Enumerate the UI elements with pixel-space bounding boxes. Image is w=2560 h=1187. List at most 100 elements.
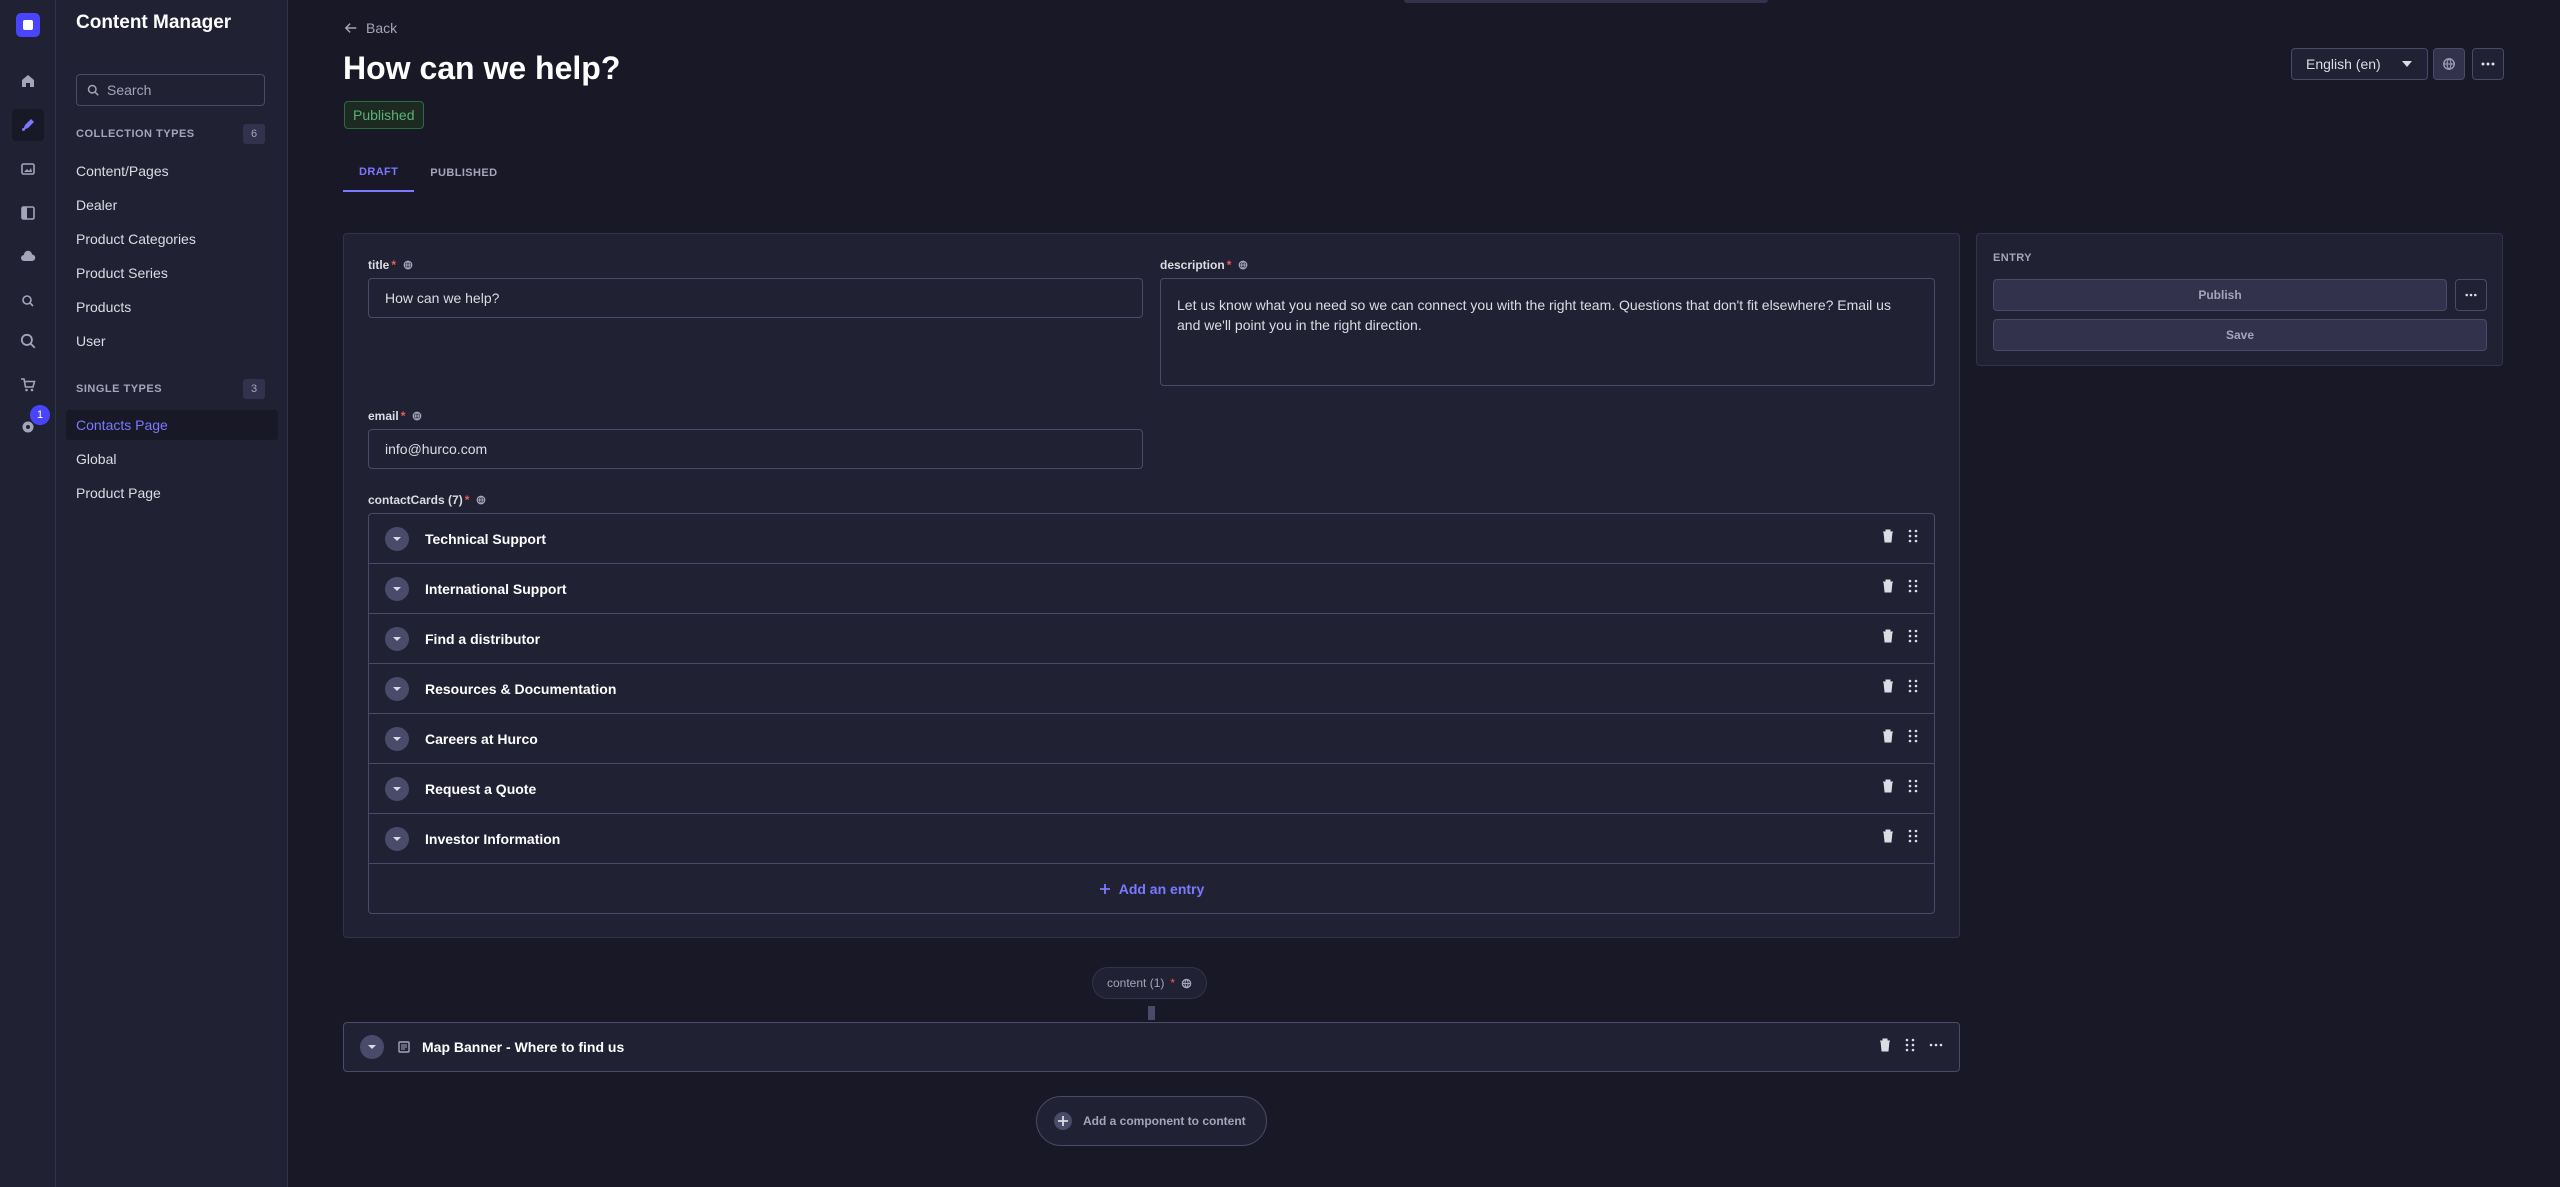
contact-card-title: Find a distributor	[425, 630, 541, 647]
chevron-down-icon[interactable]	[385, 726, 409, 751]
locale-value: English (en)	[2306, 56, 2381, 72]
nav-item-dealer[interactable]: Dealer	[66, 190, 278, 220]
more-horizontal-icon[interactable]	[1929, 1038, 1943, 1052]
drag-handle-icon[interactable]	[1905, 1038, 1915, 1052]
trash-icon[interactable]	[1882, 629, 1894, 643]
contact-card-row[interactable]: Technical Support	[369, 514, 1934, 564]
arrow-left-icon	[344, 23, 357, 33]
marketplace-cart-icon[interactable]	[12, 369, 44, 401]
nav-item-product-page[interactable]: Product Page	[66, 478, 278, 508]
globe-icon	[1181, 978, 1192, 988]
contact-card-title: Technical Support	[425, 530, 547, 547]
search-icon[interactable]	[12, 325, 44, 357]
collection-types-count: 6	[243, 124, 265, 144]
nav-item-product-categories[interactable]: Product Categories	[66, 224, 278, 254]
add-entry-label: Add an entry	[1118, 880, 1205, 897]
drag-handle-icon[interactable]	[1908, 779, 1918, 793]
add-entry-button[interactable]: Add an entry	[369, 864, 1934, 913]
strapi-logo[interactable]	[16, 13, 40, 37]
drag-handle-icon[interactable]	[1908, 529, 1918, 543]
nav-item-user[interactable]: User	[66, 326, 278, 356]
drag-handle-icon[interactable]	[1908, 829, 1918, 843]
dynamic-zone-label-text: content (1)	[1107, 976, 1165, 990]
description-textarea[interactable]: Let us know what you need so we can conn…	[1160, 278, 1935, 386]
chevron-down-icon[interactable]	[385, 826, 409, 851]
nav-item-products[interactable]: Products	[66, 292, 278, 322]
nav-item-contacts-page[interactable]: Contacts Page	[66, 410, 278, 440]
globe-icon	[403, 260, 413, 270]
contact-card-row[interactable]: Investor Information	[369, 814, 1934, 864]
trash-icon[interactable]	[1882, 579, 1894, 593]
home-icon[interactable]	[12, 65, 44, 97]
plus-icon	[1099, 883, 1110, 894]
row-actions	[1882, 679, 1918, 693]
trash-icon[interactable]	[1882, 679, 1894, 693]
contact-card-title: International Support	[425, 580, 567, 597]
cloud-icon[interactable]	[12, 241, 44, 273]
plus-circle-icon	[1054, 1112, 1072, 1130]
dynamic-zone-component-row[interactable]: Map Banner - Where to find us	[343, 1022, 1960, 1072]
chevron-down-icon[interactable]	[385, 676, 409, 701]
chevron-down-icon[interactable]	[385, 776, 409, 801]
tab-published[interactable]: PUBLISHED	[414, 154, 513, 192]
add-component-button[interactable]: Add a component to content	[1036, 1096, 1267, 1146]
tab-draft[interactable]: DRAFT	[343, 154, 415, 192]
more-actions-button[interactable]	[2472, 48, 2504, 80]
chevron-down-icon[interactable]	[385, 526, 409, 551]
notification-badge: 1	[30, 405, 50, 425]
email-label-text: email	[368, 409, 399, 423]
locale-globe-button[interactable]	[2433, 48, 2465, 80]
back-link[interactable]: Back	[344, 20, 397, 36]
contact-card-title: Investor Information	[425, 830, 561, 847]
contact-card-row[interactable]: Resources & Documentation	[369, 664, 1934, 714]
version-tabs: DRAFT PUBLISHED	[343, 154, 513, 192]
globe-icon	[412, 411, 422, 421]
single-types-header: SINGLE TYPES	[76, 383, 163, 395]
email-field[interactable]: info@hurco.com	[368, 429, 1143, 469]
row-actions	[1882, 829, 1918, 843]
content-manager-icon[interactable]	[12, 109, 44, 141]
search-plugin-icon[interactable]	[12, 285, 44, 317]
drag-handle-icon[interactable]	[1908, 729, 1918, 743]
trash-icon[interactable]	[1882, 729, 1894, 743]
contact-card-row[interactable]: Find a distributor	[369, 614, 1934, 664]
contact-card-row[interactable]: International Support	[369, 564, 1934, 614]
trash-icon[interactable]	[1882, 829, 1894, 843]
description-field-label: description *	[1160, 258, 1248, 272]
contact-cards-label: contactCards (7) *	[368, 493, 486, 507]
search-input[interactable]	[107, 82, 257, 98]
chevron-down-icon[interactable]	[360, 1035, 384, 1059]
collection-types-header: COLLECTION TYPES	[76, 128, 195, 140]
chevron-down-icon	[2402, 61, 2412, 67]
drag-handle-icon[interactable]	[1908, 679, 1918, 693]
content-type-builder-icon[interactable]	[12, 197, 44, 229]
search-icon	[87, 84, 99, 96]
subnav-search[interactable]	[76, 74, 265, 106]
nav-item-global[interactable]: Global	[66, 444, 278, 474]
description-label-text: description	[1160, 258, 1225, 272]
row-actions	[1879, 1038, 1943, 1052]
required-marker: *	[391, 258, 397, 272]
contact-card-row[interactable]: Careers at Hurco	[369, 714, 1934, 764]
chevron-down-icon[interactable]	[385, 576, 409, 601]
status-badge: Published	[344, 101, 424, 129]
main-nav-rail: 1	[0, 0, 56, 1187]
nav-item-content-pages[interactable]: Content/Pages	[66, 156, 278, 186]
contact-card-row[interactable]: Request a Quote	[369, 764, 1934, 814]
trash-icon[interactable]	[1879, 1038, 1891, 1052]
trash-icon[interactable]	[1882, 779, 1894, 793]
title-label-text: title	[368, 258, 390, 272]
entry-more-button[interactable]	[2455, 279, 2487, 311]
locale-select[interactable]: English (en)	[2291, 48, 2428, 80]
trash-icon[interactable]	[1882, 529, 1894, 543]
media-library-icon[interactable]	[12, 153, 44, 185]
title-field-label: title *	[368, 258, 413, 272]
nav-item-product-series[interactable]: Product Series	[66, 258, 278, 288]
drag-handle-icon[interactable]	[1908, 629, 1918, 643]
publish-button[interactable]: Publish	[1993, 279, 2447, 311]
drag-handle-icon[interactable]	[1908, 579, 1918, 593]
title-input[interactable]: How can we help?	[368, 278, 1143, 318]
chevron-down-icon[interactable]	[385, 626, 409, 651]
save-button[interactable]: Save	[1993, 319, 2487, 351]
edit-form-panel: title * How can we help? description * Let…	[343, 233, 1960, 938]
